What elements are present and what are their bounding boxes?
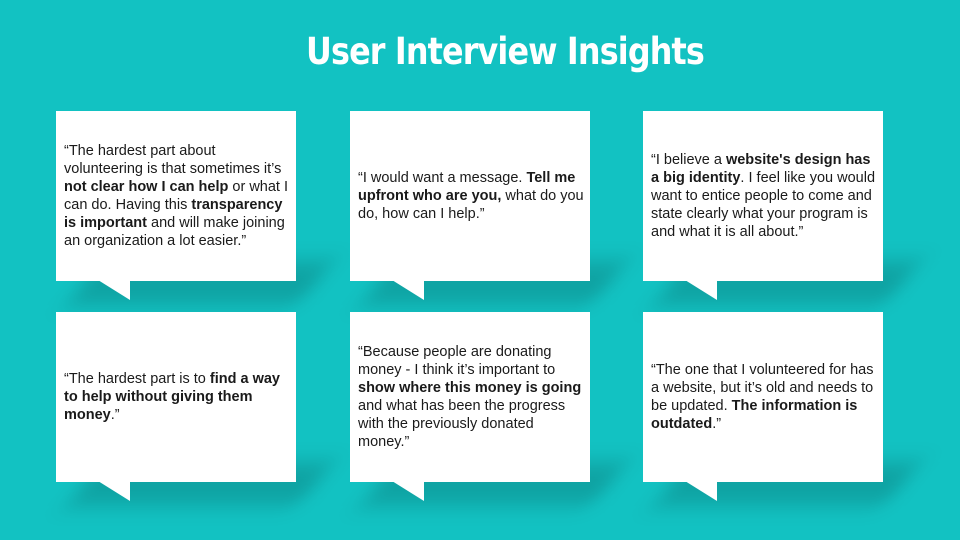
quote-segment: “Because people are donating money - I t… — [358, 344, 556, 378]
quote-segment: .” — [712, 416, 722, 432]
page-title: User Interview Insights — [306, 30, 705, 73]
quote-highlight: show where this money is going — [358, 380, 582, 396]
quote-paragraph: “I would want a message. Tell me upfront… — [358, 169, 584, 223]
quote-text: “Because people are donating money - I t… — [358, 312, 584, 482]
quote-card-6: “The one that I volunteered for has a we… — [643, 312, 921, 506]
quote-card-3: “I believe a website's design has a big … — [643, 111, 921, 305]
speech-bubble: “I would want a message. Tell me upfront… — [350, 111, 590, 281]
speech-bubble-tail — [685, 481, 717, 501]
quote-paragraph: “The one that I volunteered for has a we… — [651, 361, 877, 433]
quote-segment: “I would want a message. — [358, 170, 527, 186]
quote-highlight: not clear how I can help — [64, 179, 229, 195]
speech-bubble: “The one that I volunteered for has a we… — [643, 312, 883, 482]
quote-paragraph: “Because people are donating money - I t… — [358, 343, 584, 451]
quote-card-5: “Because people are donating money - I t… — [350, 312, 628, 506]
speech-bubble: “The hardest part about volunteering is … — [56, 111, 296, 281]
quote-text: “I believe a website's design has a big … — [651, 111, 877, 281]
speech-bubble-tail — [685, 280, 717, 300]
quote-text: “I would want a message. Tell me upfront… — [358, 111, 584, 281]
quote-paragraph: “The hardest part is to find a way to he… — [64, 370, 290, 424]
speech-bubble-tail — [392, 280, 424, 300]
quote-text: “The hardest part is to find a way to he… — [64, 312, 290, 482]
quote-paragraph: “I believe a website's design has a big … — [651, 151, 877, 241]
speech-bubble: “Because people are donating money - I t… — [350, 312, 590, 482]
quote-paragraph: “The hardest part about volunteering is … — [64, 142, 290, 250]
speech-bubble-tail — [98, 481, 130, 501]
quote-segment: “The hardest part about volunteering is … — [64, 143, 282, 177]
speech-bubble-tail — [98, 280, 130, 300]
quote-text: “The hardest part about volunteering is … — [64, 111, 290, 281]
quote-segment: .” — [110, 407, 120, 423]
quote-card-1: “The hardest part about volunteering is … — [56, 111, 334, 305]
speech-bubble-tail — [392, 481, 424, 501]
speech-bubble: “I believe a website's design has a big … — [643, 111, 883, 281]
quote-card-2: “I would want a message. Tell me upfront… — [350, 111, 628, 305]
quote-card-4: “The hardest part is to find a way to he… — [56, 312, 334, 506]
quote-segment: “I believe a — [651, 152, 726, 168]
quote-segment: “The hardest part is to — [64, 371, 210, 387]
quote-segment: and what has been the progress with the … — [358, 398, 566, 450]
speech-bubble: “The hardest part is to find a way to he… — [56, 312, 296, 482]
quote-text: “The one that I volunteered for has a we… — [651, 312, 877, 482]
